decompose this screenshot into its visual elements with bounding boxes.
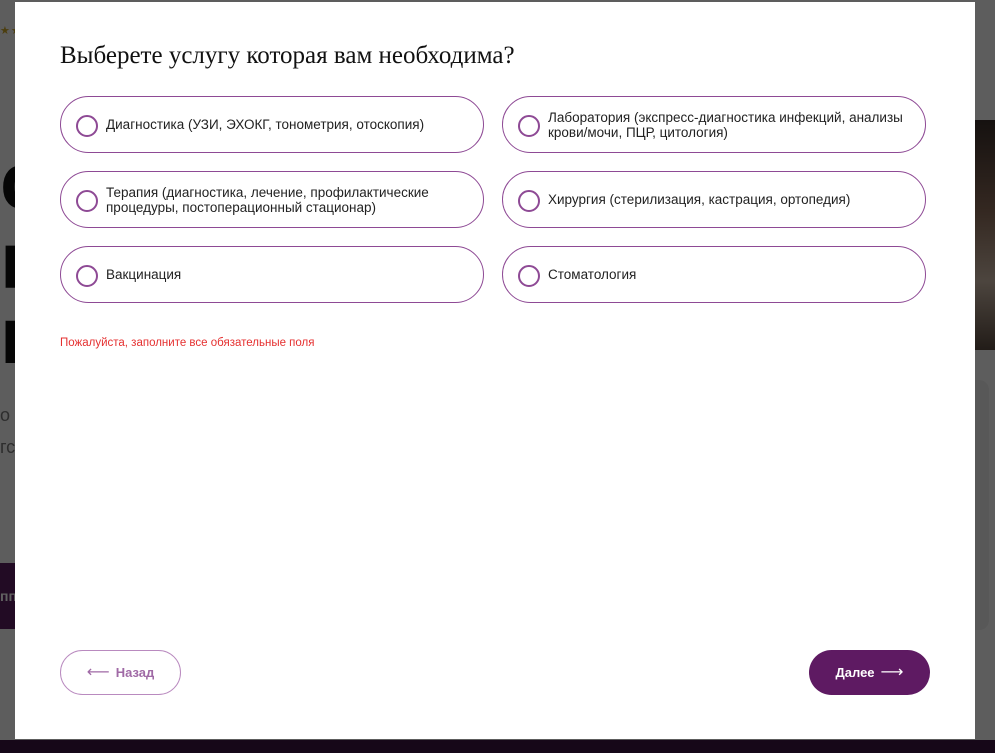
- service-selection-modal: Выберете услугу которая вам необходима? …: [15, 2, 975, 739]
- arrow-left-icon: ⟵: [86, 663, 110, 681]
- option-therapy[interactable]: Терапия (диагностика, лечение, профилакт…: [60, 171, 484, 228]
- option-label: Лаборатория (экспресс-диагностика инфекц…: [548, 109, 903, 140]
- radio-icon[interactable]: [76, 114, 98, 137]
- radio-icon[interactable]: [76, 189, 98, 212]
- next-button[interactable]: Далее ⟶: [809, 650, 930, 695]
- validation-error: Пожалуйста, заполните все обязательные п…: [60, 337, 315, 349]
- option-laboratory[interactable]: Лаборатория (экспресс-диагностика инфекц…: [502, 96, 926, 153]
- modal-title: Выберете услугу которая вам необходима?: [60, 42, 515, 69]
- back-button-label: Назад: [115, 665, 155, 680]
- radio-icon[interactable]: [76, 264, 98, 287]
- option-dentistry[interactable]: Стоматология: [502, 246, 926, 303]
- option-diagnostics[interactable]: Диагностика (УЗИ, ЭХОКГ, тонометрия, ото…: [60, 96, 484, 153]
- radio-icon[interactable]: [518, 114, 540, 137]
- option-label: Стоматология: [548, 267, 637, 282]
- option-label: Диагностика (УЗИ, ЭХОКГ, тонометрия, ото…: [106, 117, 425, 132]
- back-button[interactable]: ⟵ Назад: [60, 650, 181, 695]
- option-label: Терапия (диагностика, лечение, профилакт…: [106, 184, 429, 215]
- next-button-label: Далее: [835, 665, 875, 680]
- option-surgery[interactable]: Хирургия (стерилизация, кастрация, ортоп…: [502, 171, 926, 228]
- option-label: Вакцинация: [106, 267, 182, 282]
- radio-icon[interactable]: [518, 189, 540, 212]
- option-vaccination[interactable]: Вакцинация: [60, 246, 484, 303]
- option-label: Хирургия (стерилизация, кастрация, ортоп…: [548, 192, 851, 207]
- radio-icon[interactable]: [518, 264, 540, 287]
- arrow-right-icon: ⟶: [880, 663, 904, 681]
